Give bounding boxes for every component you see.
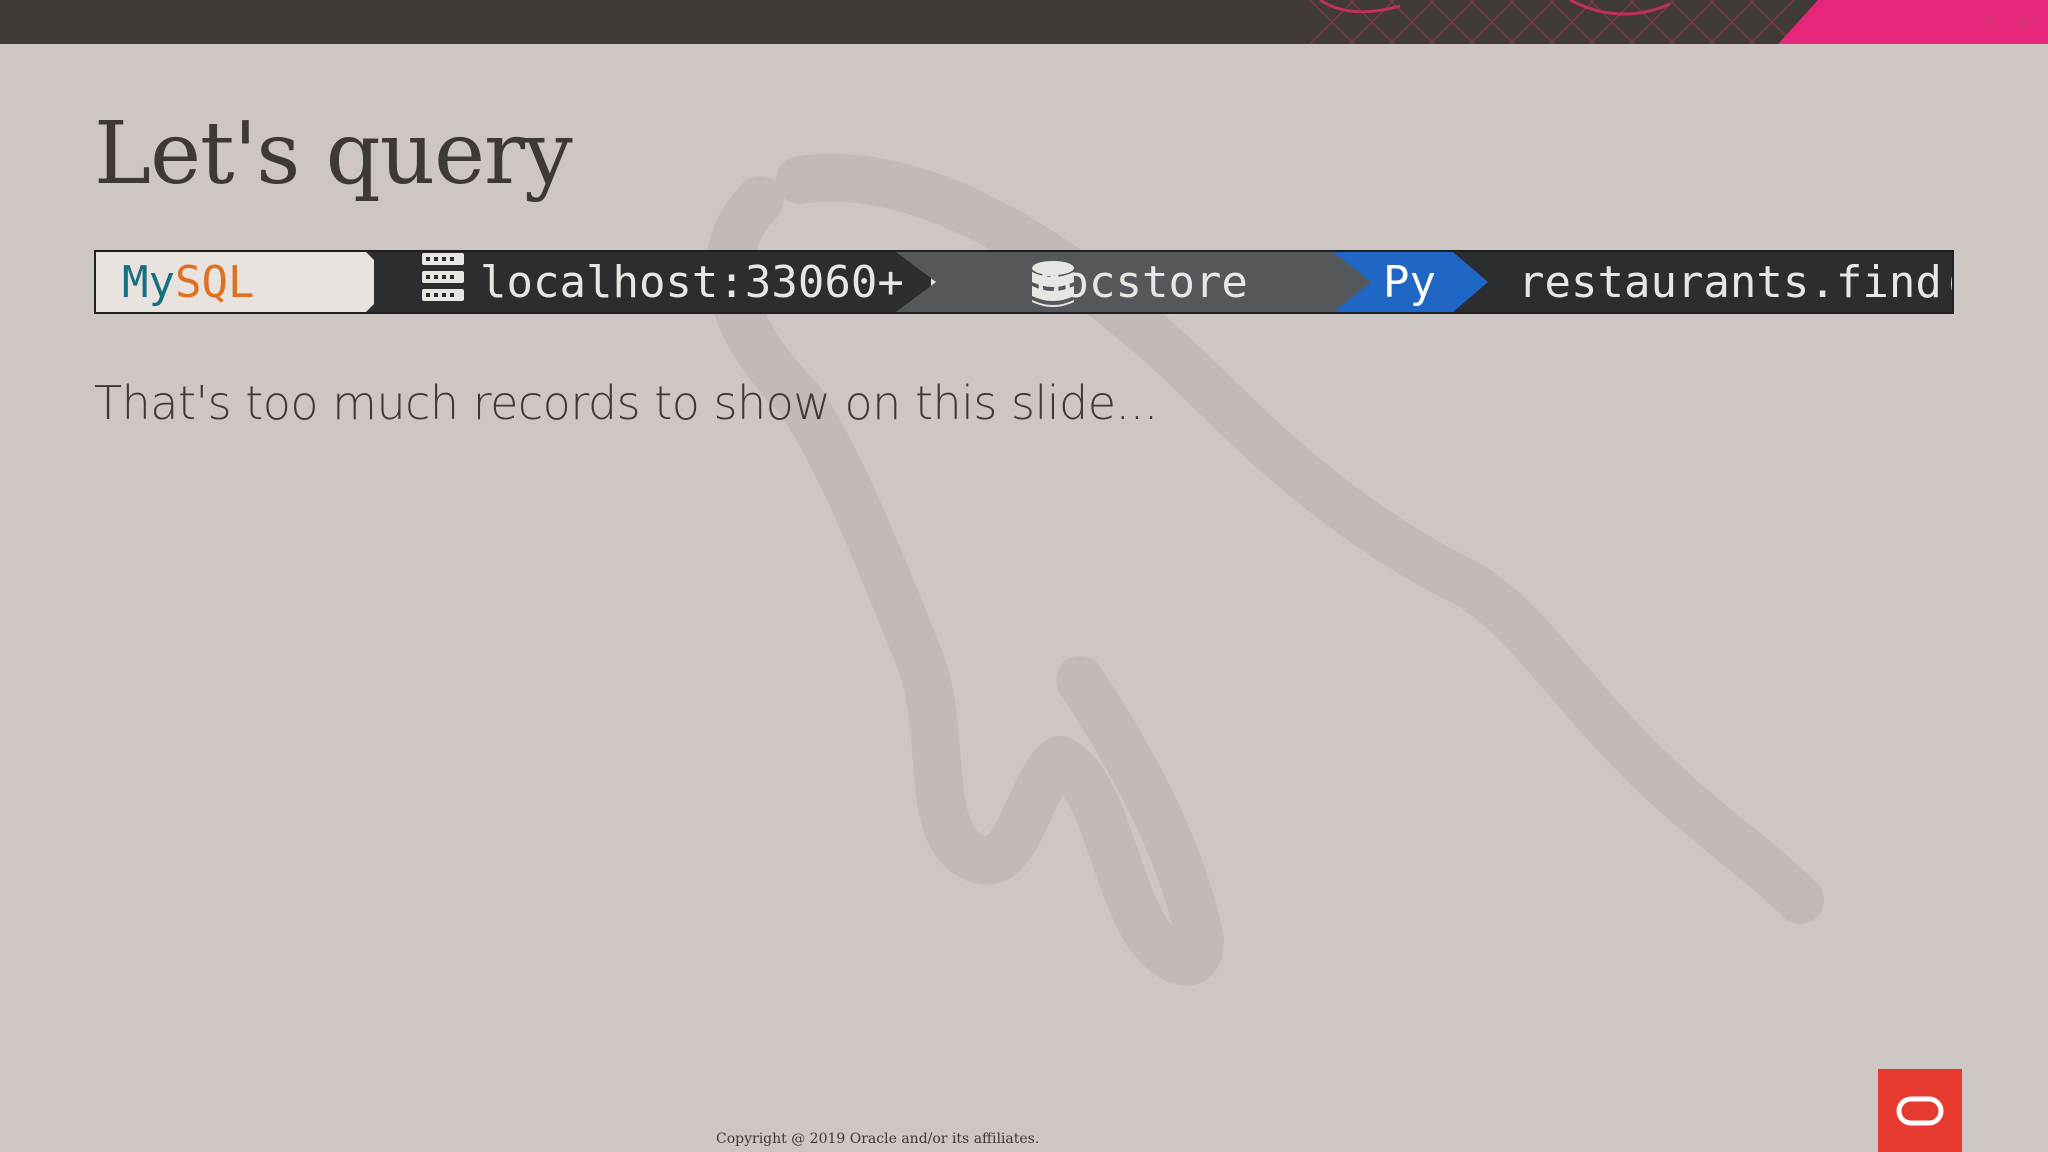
database-icon [1030, 260, 1076, 312]
prompt-segment-schema: docstore [896, 252, 1376, 312]
mysql-shell-prompt: My SQL localhost:33060+ docstore Py rest… [94, 250, 1954, 314]
slide-body-text: That's too much records to show on this … [94, 376, 1158, 430]
prompt-host: localhost:33060+ [480, 256, 904, 308]
server-icon [420, 252, 466, 312]
mysql-label-my: My [122, 256, 175, 308]
prompt-command-line[interactable]: restaurants.find() [1494, 252, 1954, 312]
slide: 28 / 111 Let's query My SQL localhost:33… [0, 0, 2048, 1152]
prompt-mode: Py [1383, 256, 1436, 308]
mysql-label-sql: SQL [174, 256, 255, 308]
slide-title: Let's query [94, 104, 573, 204]
oracle-logo-icon [1878, 1069, 1962, 1152]
copyright-footer: Copyright @ 2019 Oracle and/or its affil… [716, 1131, 1040, 1147]
page-counter: 28 / 111 [1980, 14, 2038, 28]
prompt-segment-mysql: My SQL [96, 252, 396, 312]
decorative-pattern [1309, 0, 1795, 44]
prompt-command: restaurants.find() [1518, 256, 1954, 308]
top-bar: 28 / 111 [0, 0, 2048, 44]
